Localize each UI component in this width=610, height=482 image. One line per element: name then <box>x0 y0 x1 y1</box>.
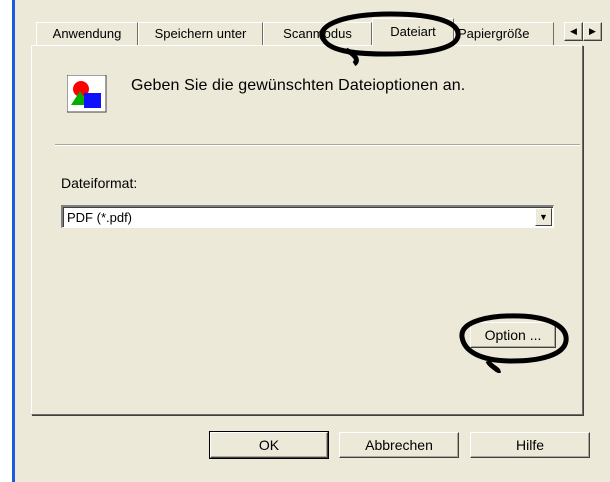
tab-dateiart[interactable]: Dateiart <box>372 18 454 46</box>
help-button[interactable]: Hilfe <box>470 432 590 458</box>
file-options-icon <box>66 74 107 113</box>
tab-scroll-right-button[interactable]: ▶ <box>583 22 602 41</box>
tab-speichern-unter[interactable]: Speichern unter <box>138 22 263 45</box>
option-button[interactable]: Option ... <box>470 322 556 348</box>
section-divider <box>55 144 580 146</box>
tab-anwendung[interactable]: Anwendung <box>36 22 138 45</box>
cancel-button[interactable]: Abbrechen <box>339 432 459 458</box>
tab-scroll-left-button[interactable]: ◀ <box>564 22 583 41</box>
tab-papiergroesse[interactable]: Papiergröße <box>454 22 554 45</box>
tab-label: Papiergröße <box>458 26 530 41</box>
tab-label: Scanmodus <box>283 26 352 41</box>
ok-button[interactable]: OK <box>209 431 329 459</box>
file-format-select[interactable]: PDF (*.pdf) ▼ <box>61 205 554 228</box>
tab-page-panel <box>31 45 583 415</box>
tab-scanmodus[interactable]: Scanmodus <box>263 22 372 45</box>
tab-label: Dateiart <box>390 24 436 39</box>
tab-label: Anwendung <box>52 26 122 41</box>
tab-label: Speichern unter <box>154 26 247 41</box>
file-format-label: Dateiformat: <box>61 175 138 191</box>
page-description: Geben Sie die gewünschten Dateioptionen … <box>131 77 466 94</box>
chevron-down-icon[interactable]: ▼ <box>535 208 552 226</box>
file-format-value: PDF (*.pdf) <box>67 210 133 225</box>
